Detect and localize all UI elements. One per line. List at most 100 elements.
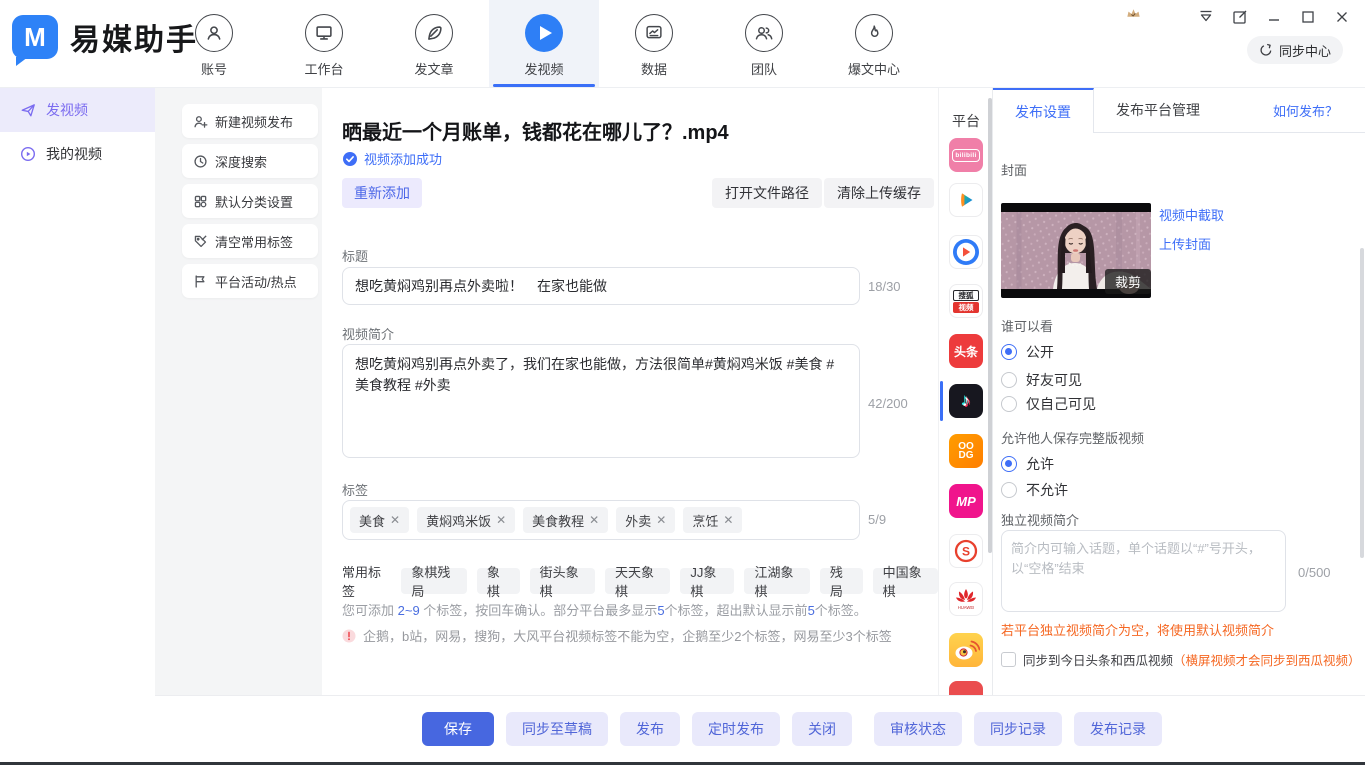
clear-upload-cache-button[interactable]: 清除上传缓存: [824, 178, 934, 208]
review-status-button[interactable]: 审核状态: [874, 712, 962, 746]
settings-panel-scrollbar[interactable]: [1360, 248, 1364, 558]
new-video-publish-button[interactable]: 新建视频发布: [182, 104, 318, 138]
common-tag[interactable]: 江湖象棋: [744, 568, 809, 594]
cover-label: 封面: [1001, 160, 1027, 179]
close-button[interactable]: 关闭: [792, 712, 852, 746]
remove-tag-icon[interactable]: ✕: [656, 513, 666, 527]
remove-tag-icon[interactable]: ✕: [390, 513, 400, 527]
tag-slash-icon: [193, 234, 208, 249]
common-tags-row: 常用标签 象棋残局 象棋 街头象棋 天天象棋 JJ象棋 江湖象棋 残局 中国象棋: [342, 562, 938, 600]
platform-strip-label: 平台: [939, 111, 992, 131]
open-file-path-button[interactable]: 打开文件路径: [712, 178, 822, 208]
title-counter: 18/30: [868, 279, 901, 294]
nav-data[interactable]: 数据: [599, 0, 709, 87]
close-icon[interactable]: [1333, 8, 1351, 26]
visibility-option-private[interactable]: 仅自己可见: [1001, 394, 1096, 414]
tab-publish-settings[interactable]: 发布设置: [993, 88, 1094, 133]
checkbox-icon[interactable]: [1001, 652, 1016, 667]
sync-to-draft-button[interactable]: 同步至草稿: [506, 712, 608, 746]
nav-workbench[interactable]: 工作台: [269, 0, 379, 87]
visibility-option-friends[interactable]: 好友可见: [1001, 370, 1082, 390]
platform-tencent-video-icon[interactable]: [949, 183, 983, 217]
vip-crown-icon[interactable]: [1125, 5, 1142, 21]
readd-video-button[interactable]: 重新添加: [342, 178, 422, 208]
allow-save-option-allow[interactable]: 允许: [1001, 454, 1054, 474]
common-tag[interactable]: 象棋: [477, 568, 520, 594]
radio-icon[interactable]: [1001, 396, 1017, 412]
platform-sohu-video-icon[interactable]: 搜狐 视频: [949, 284, 983, 318]
common-tag[interactable]: 街头象棋: [530, 568, 595, 594]
platform-kuaishou-icon[interactable]: OO DG: [949, 434, 983, 468]
platform-bilibili-icon[interactable]: bilibili: [949, 138, 983, 172]
tags-input[interactable]: 美食✕ 黄焖鸡米饭✕ 美食教程✕ 外卖✕ 烹饪✕: [342, 500, 860, 540]
title-input[interactable]: [342, 267, 860, 305]
minimize-icon[interactable]: [1265, 8, 1283, 26]
nav-hot-center[interactable]: 爆文中心: [819, 0, 929, 87]
radio-checked-icon[interactable]: [1001, 344, 1017, 360]
tag-pill[interactable]: 外卖✕: [616, 507, 675, 533]
visibility-label: 谁可以看: [1001, 316, 1053, 335]
allow-save-option-deny[interactable]: 不允许: [1001, 480, 1068, 500]
platform-toutiao-icon[interactable]: 头条: [949, 334, 983, 368]
tab-platform-management[interactable]: 发布平台管理: [1094, 88, 1222, 132]
publish-records-button[interactable]: 发布记录: [1074, 712, 1162, 746]
default-category-button[interactable]: 默认分类设置: [182, 184, 318, 218]
platform-sogou-icon[interactable]: S: [949, 534, 983, 568]
crop-cover-button[interactable]: 裁剪: [1105, 269, 1151, 294]
radio-icon[interactable]: [1001, 482, 1017, 498]
tag-pill[interactable]: 美食教程✕: [523, 507, 608, 533]
upload-cover-link[interactable]: 上传封面: [1159, 234, 1211, 253]
platform-partial-icon[interactable]: [949, 681, 983, 695]
tag-pill[interactable]: 黄焖鸡米饭✕: [417, 507, 515, 533]
scheduled-publish-button[interactable]: 定时发布: [692, 712, 780, 746]
capture-from-video-link[interactable]: 视频中截取: [1159, 205, 1224, 224]
platform-haokan-video-icon[interactable]: [949, 235, 983, 269]
cover-thumbnail[interactable]: 裁剪: [1001, 203, 1151, 298]
sync-toutiao-checkbox-row[interactable]: 同步到今日头条和西瓜视频（横屏视频才会同步到西瓜视频）: [1001, 650, 1361, 669]
clear-common-tags-button[interactable]: 清空常用标签: [182, 224, 318, 258]
feedback-edit-icon[interactable]: [1231, 8, 1249, 26]
platform-weibo-icon[interactable]: [949, 633, 983, 667]
publish-button[interactable]: 发布: [620, 712, 680, 746]
description-textarea[interactable]: 想吃黄焖鸡别再点外卖了，我们在家也能做，方法很简单#黄焖鸡米饭 #美食 #美食教…: [342, 344, 860, 458]
independent-desc-textarea[interactable]: [1001, 530, 1286, 612]
tag-pill[interactable]: 烹饪✕: [683, 507, 742, 533]
remove-tag-icon[interactable]: ✕: [496, 513, 506, 527]
deep-search-button[interactable]: 深度搜索: [182, 144, 318, 178]
sidebar-item-my-videos[interactable]: 我的视频: [0, 132, 155, 176]
common-tag[interactable]: 象棋残局: [401, 568, 466, 594]
platform-dafeng-mp-icon[interactable]: MP: [949, 484, 983, 518]
tags-help-text: 您可添加 2~9 个标签，按回车确认。部分平台最多显示5个标签，超出默认显示前5…: [342, 600, 867, 619]
nav-publish-article[interactable]: 发文章: [379, 0, 489, 87]
maximize-icon[interactable]: [1299, 8, 1317, 26]
radio-checked-icon[interactable]: [1001, 456, 1017, 472]
save-button[interactable]: 保存: [422, 712, 494, 746]
data-chart-icon: [635, 14, 673, 52]
common-tag[interactable]: 残局: [820, 568, 863, 594]
sync-records-button[interactable]: 同步记录: [974, 712, 1062, 746]
visibility-option-public[interactable]: 公开: [1001, 342, 1054, 362]
top-bar: M 易媒助手 账号 工作台 发文章 发视频: [0, 0, 1365, 88]
nav-team[interactable]: 团队: [709, 0, 819, 87]
remove-tag-icon[interactable]: ✕: [589, 513, 599, 527]
common-tag[interactable]: JJ象棋: [680, 568, 734, 594]
description-label: 视频简介: [342, 324, 394, 343]
independent-desc-label: 独立视频简介: [1001, 510, 1079, 529]
radio-icon[interactable]: [1001, 372, 1017, 388]
remove-tag-icon[interactable]: ✕: [723, 513, 733, 527]
team-icon: [745, 14, 783, 52]
boss-key-icon[interactable]: [1197, 8, 1215, 26]
tag-pill[interactable]: 美食✕: [350, 507, 409, 533]
sidebar-item-publish-video[interactable]: 发视频: [0, 88, 155, 132]
how-to-publish-link[interactable]: 如何发布？: [1273, 88, 1338, 132]
common-tag[interactable]: 天天象棋: [605, 568, 670, 594]
nav-publish-video[interactable]: 发视频: [489, 0, 599, 87]
title-label: 标题: [342, 246, 368, 265]
sync-center-button[interactable]: 同步中心: [1247, 36, 1343, 64]
independent-desc-warning: 若平台独立视频简介为空，将使用默认视频简介: [1001, 620, 1274, 639]
platform-activity-button[interactable]: 平台活动/热点: [182, 264, 318, 298]
platform-douyin-icon[interactable]: ♪: [949, 384, 983, 418]
common-tag[interactable]: 中国象棋: [873, 568, 938, 594]
nav-account[interactable]: 账号: [159, 0, 269, 87]
platform-huawei-icon[interactable]: HUAWEI: [949, 582, 983, 616]
